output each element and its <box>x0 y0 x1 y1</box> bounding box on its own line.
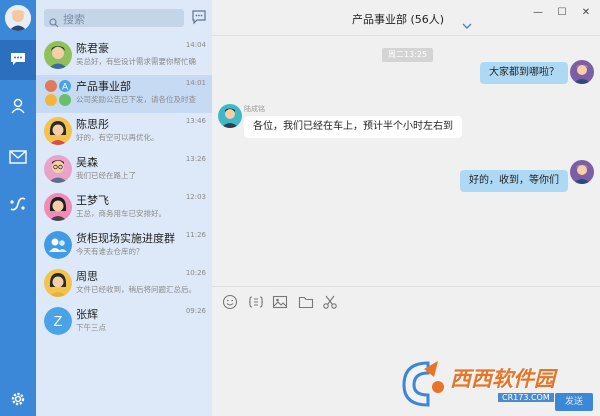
chat-bubble-icon <box>10 51 26 70</box>
nav-workflow-button[interactable] <box>0 186 36 226</box>
woman-avatar <box>44 269 72 297</box>
search-placeholder: 搜索 <box>63 13 85 26</box>
person-icon <box>10 98 26 118</box>
close-button[interactable]: ✕ <box>574 2 598 22</box>
chat-pane: 产品事业部 (56人) — ☐ ✕ 周二13:25 大家都到哪啦？ 陆成铭 各位… <box>212 0 600 416</box>
avatar-letter: Z <box>44 307 72 335</box>
conversation-time: 10:26 <box>185 269 206 277</box>
conversation-name: 王梦飞 <box>76 194 109 207</box>
svg-text:A: A <box>62 82 68 92</box>
chat-title: 产品事业部 (56人) <box>352 13 445 26</box>
minimize-button[interactable]: — <box>526 2 550 22</box>
conversation-name: 张辉 <box>76 308 98 321</box>
compose-icon <box>191 10 207 29</box>
chat-header: 产品事业部 (56人) — ☐ ✕ <box>212 0 600 36</box>
emoji-icon[interactable] <box>222 294 238 310</box>
new-chat-button[interactable] <box>191 9 207 29</box>
conversation-item[interactable]: 陈思彤 13:46 好的，有空可以再优化。 <box>36 113 212 151</box>
watermark-text: 西西软件园 <box>450 367 555 391</box>
sender-avatar <box>218 104 242 128</box>
conversation-item[interactable]: 周思 10:26 文件已经收到，稍后将问题汇总后。 <box>36 265 212 303</box>
mail-icon <box>9 149 27 168</box>
man-glasses-avatar <box>44 155 72 183</box>
search-input[interactable]: 搜索 <box>44 9 184 28</box>
message-bubble-sent[interactable]: 好的，收到，等你们 <box>460 170 568 192</box>
conversation-item-selected[interactable]: A 产品事业部 14:01 公司奖励公告已下发，请各位及时查 <box>36 75 212 113</box>
conversation-preview: 好的，有空可以再优化。 <box>76 133 159 142</box>
group-avatar: A <box>44 79 72 107</box>
nav-mail-button[interactable] <box>0 138 36 178</box>
message-bubble-sent[interactable]: 大家都到哪啦？ <box>480 62 568 84</box>
conversation-name: 陈君豪 <box>76 42 109 55</box>
code-icon[interactable] <box>248 294 264 310</box>
conversation-time: 13:26 <box>185 155 206 163</box>
conversation-name: 周思 <box>76 270 98 283</box>
watermark-logo: 西西软件园 CR173.COM <box>398 357 598 413</box>
conversation-preview: 下午三点 <box>76 323 106 332</box>
conversation-preview: 我们已经在路上了 <box>76 171 136 180</box>
my-avatar <box>570 60 594 84</box>
conversation-name: 产品事业部 <box>76 80 131 93</box>
conversation-name: 吴森 <box>76 156 98 169</box>
conversation-preview: 文件已经收到，稍后将问题汇总后。 <box>76 285 196 294</box>
workflow-icon <box>9 196 27 216</box>
conversation-name: 货柜现场实施进度群 <box>76 232 175 245</box>
watermark-icon <box>402 361 444 407</box>
search-icon <box>49 13 59 32</box>
conversation-time: 09:26 <box>185 307 206 315</box>
nav-chat-button[interactable] <box>0 40 36 80</box>
chevron-down-icon[interactable] <box>462 14 472 33</box>
folder-icon[interactable] <box>298 294 314 310</box>
message-bubble-received[interactable]: 各位，我们已经在车上，预计半个小时左右到 <box>244 116 462 138</box>
side-nav <box>0 0 36 416</box>
conversation-time: 12:03 <box>185 193 206 201</box>
time-divider: 周二13:25 <box>382 48 434 62</box>
conversation-preview: 今天有谁去仓库的？ <box>76 247 144 256</box>
maximize-button[interactable]: ☐ <box>550 2 574 22</box>
scissors-icon[interactable] <box>322 294 338 310</box>
conversation-preview: 王总，商务用车已安排好。 <box>76 209 166 218</box>
nav-contacts-button[interactable] <box>0 88 36 128</box>
conversation-preview: 吴总好，有些设计需求需要你帮忙确 <box>76 57 196 66</box>
group-avatar <box>44 231 72 259</box>
nav-settings-button[interactable] <box>0 381 36 416</box>
conversation-item[interactable]: Z 张辉 09:26 下午三点 <box>36 303 212 341</box>
sender-name: 陆成铭 <box>244 105 265 113</box>
letter-avatar: Z <box>44 307 72 335</box>
gear-icon <box>10 391 26 411</box>
conversation-time: 14:01 <box>185 79 206 87</box>
my-avatar <box>570 160 594 184</box>
conversation-name: 陈思彤 <box>76 118 109 131</box>
conversation-time: 14:04 <box>185 41 206 49</box>
conversation-item[interactable]: 王梦飞 12:03 王总，商务用车已安排好。 <box>36 189 212 227</box>
woman-avatar <box>44 117 72 145</box>
conversation-item[interactable]: 货柜现场实施进度群 11:26 今天有谁去仓库的？ <box>36 227 212 265</box>
window-controls: — ☐ ✕ <box>526 2 598 22</box>
woman-avatar <box>44 193 72 221</box>
watermark-url: CR173.COM <box>498 393 554 402</box>
my-avatar[interactable] <box>5 5 31 31</box>
image-icon[interactable] <box>272 294 288 310</box>
conversation-time: 13:46 <box>185 117 206 125</box>
conversation-item[interactable]: 陈君豪 14:04 吴总好，有些设计需求需要你帮忙确 <box>36 37 212 75</box>
app-window: 搜索 陈君豪 14:04 吴总好，有些设计需求需要你帮忙确 A 产品事业部 14… <box>0 0 600 416</box>
conversation-preview: 公司奖励公告已下发，请各位及时查 <box>76 95 196 104</box>
conversation-list: 搜索 陈君豪 14:04 吴总好，有些设计需求需要你帮忙确 A 产品事业部 14… <box>36 0 212 416</box>
input-toolbar <box>212 286 600 316</box>
conversation-item[interactable]: 吴森 13:26 我们已经在路上了 <box>36 151 212 189</box>
conversation-time: 11:26 <box>185 231 206 239</box>
man-avatar <box>44 41 72 69</box>
